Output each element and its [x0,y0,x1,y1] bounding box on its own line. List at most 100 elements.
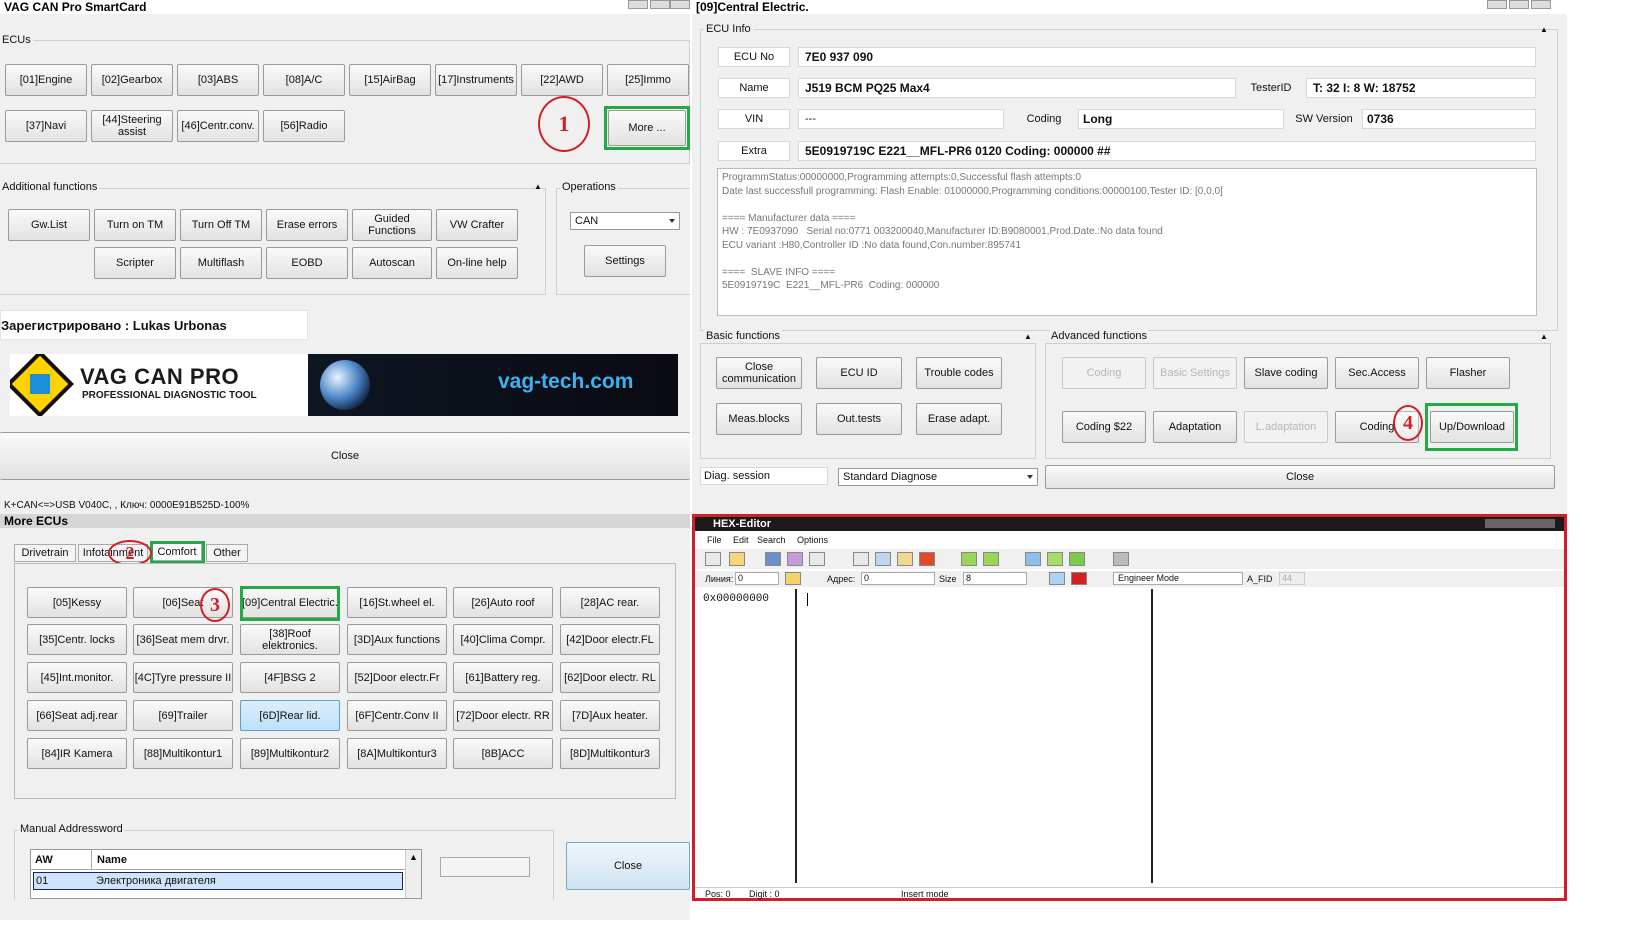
flasher-button[interactable]: Flasher [1426,357,1510,389]
menu-options[interactable]: Options [797,535,828,545]
ecu-button-instruments[interactable]: [17]Instruments [435,64,517,96]
advanced-collapse-icon[interactable]: ▲ [1540,332,1548,341]
menu-search[interactable]: Search [757,535,786,545]
win2-minimize-button[interactable] [1487,0,1507,9]
more-ecu-button[interactable]: [66]Seat adj.rear [27,700,127,731]
meas-blocks-button[interactable]: Meas.blocks [716,403,802,435]
find-icon[interactable] [1025,552,1041,566]
settings-gear-icon[interactable] [1113,552,1129,566]
win1-close-button[interactable] [670,0,690,9]
ecu-button-centr-conv[interactable]: [46]Centr.conv. [177,110,259,142]
win2-close-main-button[interactable]: Close [1045,465,1555,489]
new-file-icon[interactable] [705,552,721,566]
scroll-up-icon[interactable]: ▲ [409,852,418,862]
online-help-button[interactable]: On-line help [436,247,518,279]
more-ecu-button[interactable]: [8A]Multikontur3 [347,738,447,769]
additional-collapse-icon[interactable]: ▲ [534,182,542,191]
adaptation-button[interactable]: Adaptation [1153,411,1237,443]
operations-select[interactable]: CAN [570,212,680,230]
more-ecu-button[interactable]: [84]IR Kamera [27,738,127,769]
stop-icon[interactable] [1071,572,1087,585]
size-select[interactable]: 8 [963,572,1027,585]
arrow-right-icon[interactable] [983,552,999,566]
tab-drivetrain[interactable]: Drivetrain [14,544,76,562]
print-icon[interactable] [809,552,825,566]
hex-data-area[interactable] [799,589,1153,883]
more-ecu-button[interactable]: [4F]BSG 2 [240,662,340,693]
out-tests-button[interactable]: Out.tests [816,403,902,435]
ecu-button-immo[interactable]: [25]Immo [607,64,689,96]
open-folder-icon[interactable] [729,552,745,566]
guided-functions-button[interactable]: Guided Functions [352,209,432,241]
ecu-button-engine[interactable]: [01]Engine [5,64,87,96]
add-icon[interactable] [1069,552,1085,566]
copy-icon[interactable] [875,552,891,566]
erase-adapt-button[interactable]: Erase adapt. [916,403,1002,435]
diag-session-select[interactable]: Standard Diagnose [838,468,1038,486]
more-ecu-button[interactable]: [05]Kessy [27,587,127,618]
table-scrollbar[interactable]: ▲ [405,850,421,898]
win2-close-button[interactable] [1531,0,1551,9]
more-ecu-button[interactable]: [36]Seat mem drvr. [133,624,233,655]
scripter-button[interactable]: Scripter [94,247,176,279]
more-ecu-button[interactable]: [62]Door electr. RL [560,662,660,693]
coding-button-disabled[interactable]: Coding [1062,357,1146,389]
more-ecu-button[interactable]: [38]Roof elektronics. [240,624,340,655]
line-input[interactable]: 0 [735,572,779,585]
coding-22-button[interactable]: Coding $22 [1062,411,1146,443]
win3-close-button[interactable]: Close [566,842,690,890]
more-ecu-button[interactable]: [52]Door electr.Fr [347,662,447,693]
win1-minimize-button[interactable] [628,0,648,9]
trouble-codes-button[interactable]: Trouble codes [916,357,1002,389]
eobd-button[interactable]: EOBD [266,247,348,279]
key-icon[interactable] [785,572,801,585]
basic-collapse-icon[interactable]: ▲ [1024,332,1032,341]
table-row[interactable]: 01 Электроника двигателя [33,872,403,890]
fid-input[interactable]: 44 [1279,572,1305,585]
more-ecu-button[interactable]: [6F]Centr.Conv II [347,700,447,731]
more-ecu-button[interactable]: [45]Int.monitor. [27,662,127,693]
ecu-button-steering[interactable]: [44]Steering assist [91,110,173,142]
hex-ascii-area[interactable] [1155,589,1560,883]
more-ecu-button[interactable]: [8B]ACC [453,738,553,769]
win1-close-main-button[interactable]: Close [0,432,690,480]
check-icon[interactable] [1047,552,1063,566]
vw-crafter-button[interactable]: VW Crafter [436,209,518,241]
more-ecu-button[interactable]: [7D]Aux heater. [560,700,660,731]
ecu-button-navi[interactable]: [37]Navi [5,110,87,142]
ecu-button-awd[interactable]: [22]AWD [521,64,603,96]
multiflash-button[interactable]: Multiflash [180,247,262,279]
more-ecu-button[interactable]: [40]Clima Compr. [453,624,553,655]
slave-coding-button[interactable]: Slave coding [1244,357,1328,389]
ecu-button-abs[interactable]: [03]ABS [177,64,259,96]
turn-off-tm-button[interactable]: Turn Off TM [180,209,262,241]
more-ecu-button[interactable]: [28]AC rear. [560,587,660,618]
addressword-input[interactable] [440,857,530,877]
arrow-left-icon[interactable] [961,552,977,566]
gw-list-button[interactable]: Gw.List [8,209,90,241]
more-ecu-button[interactable]: [72]Door electr. RR [453,700,553,731]
more-ecu-button[interactable]: [69]Trailer [133,700,233,731]
more-ecu-button[interactable]: [8D]Multikontur3 [560,738,660,769]
settings-button[interactable]: Settings [584,245,666,277]
more-ecu-button[interactable]: [35]Centr. locks [27,624,127,655]
more-ecu-button[interactable]: [26]Auto roof [453,587,553,618]
clock-icon[interactable] [1049,572,1065,585]
addr-input[interactable]: 0 [861,572,935,585]
tab-other[interactable]: Other [206,544,248,562]
menu-edit[interactable]: Edit [733,535,749,545]
sec-access-button[interactable]: Sec.Access [1335,357,1419,389]
more-ecu-button[interactable]: [3D]Aux functions [347,624,447,655]
more-ecu-button[interactable]: [88]Multikontur1 [133,738,233,769]
more-ecu-button[interactable]: [42]Door electr.FL [560,624,660,655]
turn-on-tm-button[interactable]: Turn on TM [94,209,176,241]
mode-select[interactable]: Engineer Mode [1113,572,1243,585]
autoscan-button[interactable]: Autoscan [352,247,432,279]
more-ecu-button[interactable]: [61]Battery reg. [453,662,553,693]
save-as-icon[interactable] [787,552,803,566]
menu-file[interactable]: File [707,535,722,545]
paste-icon[interactable] [897,552,913,566]
basic-settings-button[interactable]: Basic Settings [1153,357,1237,389]
ecu-id-button[interactable]: ECU ID [816,357,902,389]
close-communication-button[interactable]: Close communication [716,357,802,389]
